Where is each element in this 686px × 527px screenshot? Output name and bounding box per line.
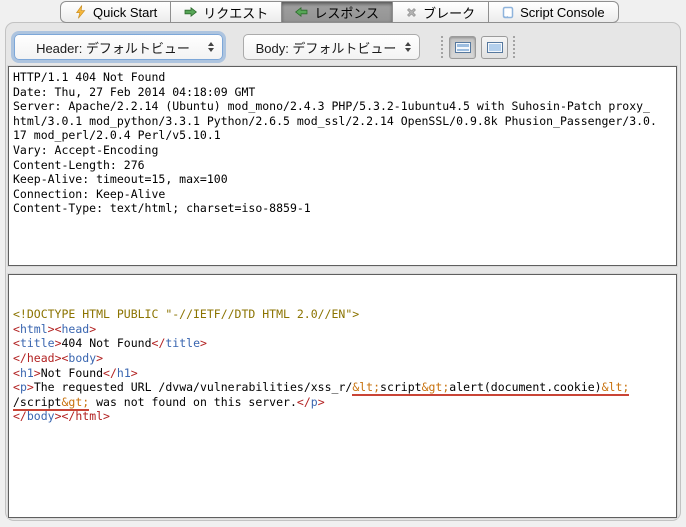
arrow-left-icon bbox=[295, 7, 308, 17]
tab-label: リクエスト bbox=[203, 3, 268, 22]
code-line: <h1>Not Found</h1> bbox=[13, 366, 676, 381]
header-view-select-value: Header: デフォルトビュー bbox=[26, 38, 200, 57]
tab-quick-start[interactable]: Quick Start bbox=[60, 1, 171, 23]
tab-break[interactable]: ブレーク bbox=[392, 1, 489, 23]
script-console-icon bbox=[502, 6, 514, 19]
code-line: </body></html> bbox=[13, 409, 676, 424]
tab-label: ブレーク bbox=[423, 3, 475, 22]
lightning-icon bbox=[74, 5, 87, 19]
zap-response-window: { "tabs": [ { "label": "Quick Start", "i… bbox=[0, 0, 686, 527]
chevron-up-down-icon bbox=[405, 42, 411, 52]
chevron-up-down-icon bbox=[208, 42, 214, 52]
tab-label: レスポンス bbox=[314, 3, 379, 22]
response-body-code: <!DOCTYPE HTML PUBLIC "-//IETF//DTD HTML… bbox=[13, 307, 676, 424]
single-view-icon bbox=[487, 42, 503, 53]
code-line: <html><head> bbox=[13, 322, 676, 337]
response-body-pane[interactable]: <!DOCTYPE HTML PUBLIC "-//IETF//DTD HTML… bbox=[8, 274, 677, 518]
tab-request[interactable]: リクエスト bbox=[170, 1, 282, 23]
toolbar-separator bbox=[513, 36, 515, 58]
tab-label: Quick Start bbox=[93, 5, 157, 20]
tab-label: Script Console bbox=[520, 5, 605, 20]
code-line: </head><body> bbox=[13, 351, 676, 366]
single-view-toggle-button[interactable] bbox=[481, 36, 508, 59]
split-view-toggle-button[interactable] bbox=[449, 36, 476, 59]
toolbar-separator bbox=[441, 36, 443, 58]
code-line: <title>404 Not Found</title> bbox=[13, 336, 676, 351]
split-view-icon bbox=[455, 42, 471, 53]
body-view-select-value: Body: デフォルトビュー bbox=[255, 38, 397, 57]
tab-script-console[interactable]: Script Console bbox=[488, 1, 619, 23]
tab-response[interactable]: レスポンス bbox=[281, 1, 393, 23]
header-view-select[interactable]: Header: デフォルトビュー bbox=[14, 34, 223, 60]
response-header-pane[interactable]: HTTP/1.1 404 Not Found Date: Thu, 27 Feb… bbox=[8, 66, 677, 266]
arrow-right-icon bbox=[184, 7, 197, 17]
code-line: <p>The requested URL /dvwa/vulnerabiliti… bbox=[13, 380, 676, 395]
body-view-select[interactable]: Body: デフォルトビュー bbox=[243, 34, 420, 60]
tab-bar: Quick Start リクエスト レスポンス ブレーク Script Cons… bbox=[60, 1, 619, 23]
code-line: /script&gt; was not found on this server… bbox=[13, 395, 676, 410]
code-line: <!DOCTYPE HTML PUBLIC "-//IETF//DTD HTML… bbox=[13, 307, 676, 322]
break-x-icon bbox=[406, 7, 417, 18]
